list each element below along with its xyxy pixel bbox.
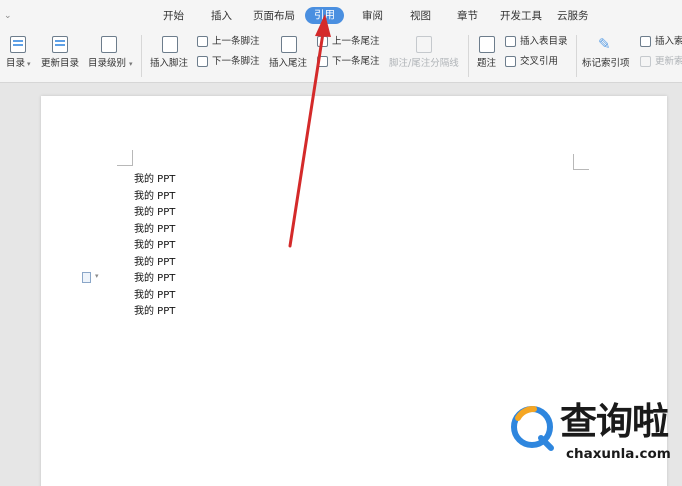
- toc-level-label: 目录级别: [88, 58, 127, 69]
- paragraph-handle-icon[interactable]: [82, 272, 91, 283]
- document-line: 我的 PPT: [134, 289, 176, 301]
- document-line: 我的 PPT: [134, 240, 176, 251]
- insert-footnote-label: 插入脚注: [150, 58, 189, 69]
- separator-line-icon: [416, 36, 432, 53]
- toc-level-icon: [101, 36, 117, 53]
- chevron-down-icon: ▾: [129, 60, 133, 68]
- chevron-down-icon[interactable]: ▾: [95, 272, 99, 280]
- document-line: 我的 PPT: [134, 223, 176, 235]
- table-of-figures-icon: [505, 36, 516, 47]
- ribbon-toolbar: 目录 ▾ 更新目录 目录级别 ▾ 插入脚注 上一条脚注 下一条脚注 插入尾注 上…: [0, 31, 682, 83]
- chevron-down-icon: ▾: [27, 60, 31, 68]
- page-margin-corner-top-left: [117, 150, 133, 166]
- refresh-toc-icon: [52, 36, 68, 53]
- prev-endnote-label: 上一条尾注: [332, 36, 380, 47]
- collapse-ribbon-icon[interactable]: ⌄: [4, 11, 12, 21]
- page-margin-corner-top-right: [573, 154, 589, 170]
- tab-references[interactable]: 引用: [305, 7, 344, 24]
- tab-cloud-service[interactable]: 云服务: [557, 8, 589, 24]
- document-line: 我的 PPT: [134, 190, 176, 202]
- tab-review[interactable]: 审阅: [362, 8, 383, 24]
- insert-index-label: 插入索: [655, 36, 682, 47]
- mark-index-entry-label: 标记索引项: [582, 58, 630, 69]
- insert-endnote-label: 插入尾注: [269, 58, 308, 69]
- tab-chapter[interactable]: 章节: [457, 8, 478, 24]
- ribbon-tab-bar: ⌄ 开始 插入 页面布局 引用 审阅 视图 章节 开发工具 云服务: [0, 0, 682, 31]
- tab-insert[interactable]: 插入: [211, 8, 232, 24]
- update-index-label: 更新索: [655, 56, 682, 67]
- next-footnote-icon: [197, 56, 208, 67]
- cross-reference-icon: [505, 56, 516, 67]
- watermark-brand-cn: 查询啦: [560, 400, 669, 443]
- table-of-contents-icon: [10, 36, 26, 53]
- tab-developer[interactable]: 开发工具: [500, 8, 542, 24]
- next-endnote-icon: [317, 56, 328, 67]
- document-line: 我的 PPT: [134, 174, 176, 185]
- insert-endnote-icon: [281, 36, 297, 53]
- insert-index-icon: [640, 36, 651, 47]
- update-index-icon: [640, 56, 651, 67]
- insert-footnote-icon: [162, 36, 178, 53]
- next-endnote-label: 下一条尾注: [332, 56, 380, 67]
- update-toc-label: 更新目录: [41, 58, 80, 69]
- toolbar-divider: [141, 35, 142, 77]
- mark-index-pen-icon: ✎: [598, 35, 611, 53]
- tab-view[interactable]: 视图: [410, 8, 431, 24]
- document-body[interactable]: 我的 PPT 我的 PPT 我的 PPT 我的 PPT 我的 PPT 我的 PP…: [134, 172, 175, 321]
- document-line: 我的 PPT: [134, 273, 176, 284]
- document-line: 我的 PPT: [134, 207, 176, 218]
- caption-image-icon: [479, 36, 495, 53]
- toolbar-divider: [576, 35, 577, 77]
- prev-footnote-icon: [197, 36, 208, 47]
- document-line: 我的 PPT: [134, 306, 176, 317]
- magnifier-logo-icon: [511, 406, 554, 451]
- watermark-brand-en: chaxunla.com: [566, 446, 671, 462]
- toolbar-divider: [468, 35, 469, 77]
- toc-label: 目录: [6, 58, 26, 69]
- footnote-separator-label: 脚注/尾注分隔线: [389, 58, 459, 69]
- insert-table-of-figures-label: 插入表目录: [520, 36, 568, 47]
- ribbon: ⌄ 开始 插入 页面布局 引用 审阅 视图 章节 开发工具 云服务 目录 ▾ 更…: [0, 0, 682, 83]
- document-line: 我的 PPT: [134, 256, 176, 268]
- tab-home[interactable]: 开始: [163, 8, 184, 24]
- next-footnote-label: 下一条脚注: [212, 56, 260, 67]
- prev-endnote-icon: [317, 36, 328, 47]
- caption-label: 题注: [477, 58, 497, 69]
- tab-page-layout[interactable]: 页面布局: [253, 8, 295, 24]
- cross-reference-label: 交叉引用: [520, 56, 559, 67]
- prev-footnote-label: 上一条脚注: [212, 36, 260, 47]
